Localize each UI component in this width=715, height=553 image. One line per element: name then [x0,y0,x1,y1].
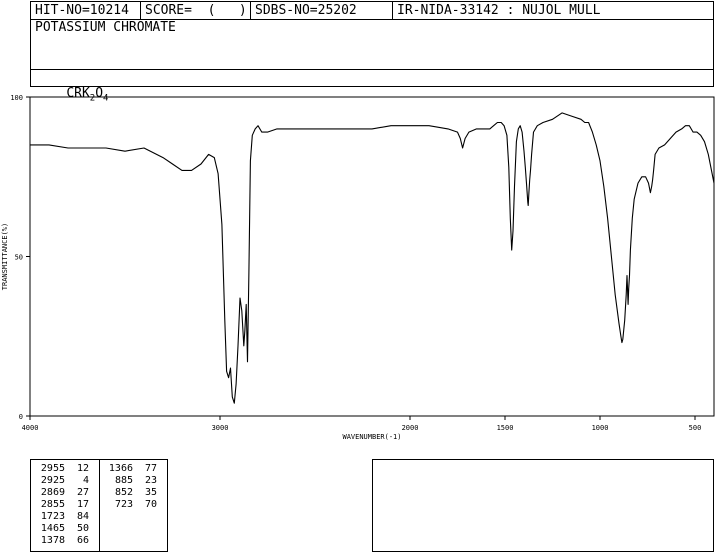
peak-wavenumber: 885 [114,475,133,486]
y-axis-label: TRANSMITTANCE(%) [1,223,9,290]
peak-row: 723 70 [103,499,157,511]
x-tick-label: 2000 [402,424,419,432]
hit-no-cell: HIT-NO=10214 [31,2,141,19]
peak-wavenumber: 2869 [40,487,65,498]
x-tick-label: 3000 [212,424,229,432]
peak-wavenumber: 1378 [40,535,65,546]
chart-layer: 4000 3000 2000 1500 1000 500 0 50 100 WAVENUMBER(… [1,94,715,441]
header-divider-2 [31,69,713,70]
compound-name: POTASSIUM CHROMATE [35,20,176,35]
peak-table-box: 2955 12 2925 4 2869 27 2855 17 1723 84 1465 50 1378 6… [30,459,168,552]
peak-transmittance: 4 [82,475,89,486]
x-tick-label: 1000 [592,424,609,432]
peak-row: 1465 50 [35,523,89,535]
score-cell: SCORE= ( ) [141,2,251,19]
x-tick-label: 500 [689,424,702,432]
peak-wavenumber: 1723 [40,511,65,522]
peak-wavenumber: 723 [114,499,133,510]
sdbs-no-cell: SDBS-NO=25202 [251,2,393,19]
peak-row: 1378 66 [35,535,89,547]
peak-row: 2855 17 [35,499,89,511]
spectrum-line [30,112,715,404]
header-box: HIT-NO=10214 SCORE= ( ) SDBS-NO=25202 IR… [30,1,714,104]
peak-transmittance: 12 [76,463,89,474]
peak-transmittance: 77 [144,463,157,474]
peak-transmittance: 17 [76,499,89,510]
peak-transmittance: 23 [144,475,157,486]
peak-transmittance: 27 [76,487,89,498]
peak-wavenumber: 2955 [40,463,65,474]
peak-row: 852 35 [103,487,157,499]
peak-row: 1723 84 [35,511,89,523]
peak-wavenumber: 2925 [40,475,65,486]
y-tick-label: 100 [10,94,23,102]
peak-row: 1366 77 [103,463,157,475]
peak-transmittance: 70 [144,499,157,510]
peak-transmittance: 50 [76,523,89,534]
ir-info-cell: IR-NIDA-33142 : NUJOL MULL [397,3,601,18]
empty-info-box [372,459,714,552]
peak-wavenumber: 1465 [40,523,65,534]
peak-wavenumber: 1366 [108,463,133,474]
y-tick-label: 50 [15,254,23,262]
peak-transmittance: 84 [76,511,89,522]
peak-row: 885 23 [103,475,157,487]
peak-table-column-1: 2955 12 2925 4 2869 27 2855 17 1723 84 1465 50 1378 6… [35,463,89,547]
peak-row: 2925 4 [35,475,89,487]
peak-wavenumber: 852 [114,487,133,498]
x-tick-label: 4000 [22,424,39,432]
peak-transmittance: 66 [76,535,89,546]
peak-transmittance: 35 [144,487,157,498]
peak-table-separator [99,460,100,551]
peak-row: 2955 12 [35,463,89,475]
peak-table-column-2: 1366 77 885 23 852 35 723 70 [103,463,157,511]
peak-row: 2869 27 [35,487,89,499]
x-tick-label: 1500 [497,424,514,432]
x-axis-label: WAVENUMBER(-1) [342,433,401,441]
peak-wavenumber: 2855 [40,499,65,510]
y-tick-label: 0 [19,413,23,421]
